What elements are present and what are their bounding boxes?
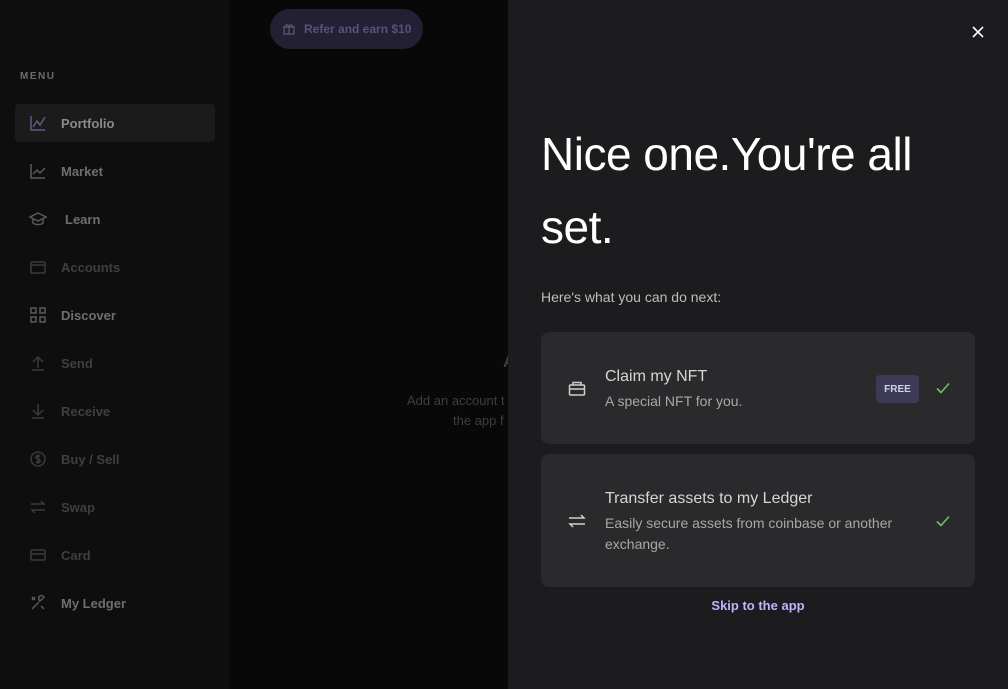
tools-icon	[29, 594, 47, 612]
sidebar-item-label: Market	[61, 163, 103, 179]
refer-label: Refer and earn $10	[304, 22, 412, 36]
card-title: Claim my NFT	[605, 368, 708, 385]
sidebar-item-discover[interactable]: Discover	[15, 296, 215, 334]
sidebar-item-label: Send	[61, 355, 93, 371]
close-icon	[972, 26, 984, 38]
free-badge: FREE	[876, 375, 919, 403]
empty-state-text: Add an account t	[407, 393, 505, 408]
sidebar-item-label: Learn	[65, 211, 101, 227]
sidebar-item-label: Buy / Sell	[61, 451, 120, 467]
sidebar-item-label: Card	[61, 547, 91, 563]
drawer-subtitle: Here's what you can do next:	[541, 289, 722, 305]
sidebar-item-label: Swap	[61, 499, 95, 515]
check-icon	[935, 380, 951, 396]
sidebar-item-market[interactable]: Market	[15, 152, 215, 190]
chart-line-icon	[29, 114, 47, 132]
sidebar-item-label: My Ledger	[61, 595, 127, 611]
menu-title: MENU	[20, 71, 56, 82]
card-description: Easily secure assets from coinbase or an…	[605, 515, 893, 552]
sidebar-item-portfolio[interactable]: Portfolio	[15, 104, 215, 142]
sidebar-item-card[interactable]: Card	[15, 536, 215, 574]
arrow-down-icon	[29, 402, 47, 420]
card-title: Transfer assets to my Ledger	[605, 490, 813, 507]
main-content: Refer and earn $10 A Add an account t th…	[230, 0, 515, 689]
sidebar-item-label: Accounts	[61, 259, 121, 275]
close-button[interactable]	[968, 22, 988, 42]
refer-button[interactable]: Refer and earn $10	[270, 9, 424, 49]
sidebar-item-label: Receive	[61, 403, 111, 419]
sidebar: MENU Portfolio Market Learn Accounts Dis…	[0, 0, 230, 689]
dollar-icon	[29, 450, 47, 468]
onboarding-drawer: Nice one.You're all set. Here's what you…	[508, 0, 1008, 689]
sidebar-item-buy-sell[interactable]: Buy / Sell	[15, 440, 215, 478]
sidebar-item-receive[interactable]: Receive	[15, 392, 215, 430]
arrow-up-icon	[29, 354, 47, 372]
drawer-title: Nice one.You're all set.	[541, 128, 912, 253]
claim-nft-card[interactable]: Claim my NFT A special NFT for you. FREE	[541, 332, 975, 444]
sidebar-item-label: Discover	[61, 307, 116, 323]
app-window: MENU Portfolio Market Learn Accounts Dis…	[0, 0, 1008, 689]
sidebar-nav: Portfolio Market Learn Accounts Discover…	[15, 104, 215, 632]
sidebar-item-send[interactable]: Send	[15, 344, 215, 382]
sidebar-item-accounts[interactable]: Accounts	[15, 248, 215, 286]
wallet-icon	[29, 258, 47, 276]
credit-card-icon	[29, 546, 47, 564]
sidebar-item-swap[interactable]: Swap	[15, 488, 215, 526]
grid-icon	[29, 306, 47, 324]
trend-icon	[29, 162, 47, 180]
gift-icon	[282, 22, 296, 36]
graduation-cap-icon	[29, 210, 47, 228]
gift-icon	[567, 378, 587, 398]
check-icon	[935, 513, 951, 529]
empty-state-text: the app f	[453, 413, 504, 428]
sidebar-item-label: Portfolio	[61, 115, 115, 131]
swap-icon	[29, 498, 47, 516]
sidebar-item-learn[interactable]: Learn	[15, 200, 215, 238]
transfer-icon	[567, 511, 587, 531]
sidebar-item-my-ledger[interactable]: My Ledger	[15, 584, 215, 622]
skip-to-app-link[interactable]: Skip to the app	[508, 598, 1008, 613]
transfer-assets-card[interactable]: Transfer assets to my Ledger Easily secu…	[541, 454, 975, 587]
